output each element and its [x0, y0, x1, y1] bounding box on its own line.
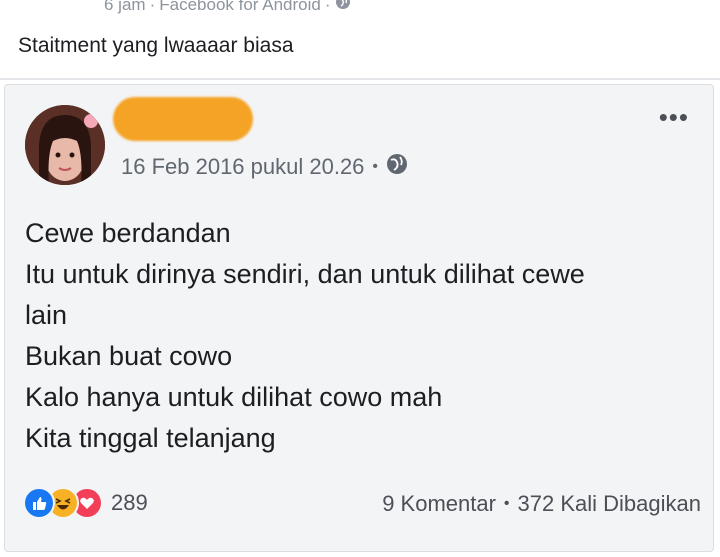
post-line: Cewe berdandan [25, 218, 231, 248]
reaction-count: 289 [111, 490, 148, 515]
stats-separator: • [503, 495, 510, 512]
post-line: lain [25, 300, 68, 330]
post-line: Kita tinggal telanjang [25, 423, 276, 453]
comments-link[interactable]: 9 Komentar [382, 491, 496, 517]
outer-post-caption: Staitment yang lwaaaar biasa [18, 34, 294, 57]
outer-post-time[interactable]: 6 jam [104, 0, 146, 15]
outer-post-meta: 6 jam · Facebook for Android · [104, 0, 351, 15]
divider [0, 78, 720, 80]
more-options-button[interactable]: ••• [659, 104, 689, 130]
meta-separator: • [372, 158, 379, 175]
post-line: Bukan buat cowo [25, 341, 233, 371]
like-icon [23, 487, 55, 519]
reactions-summary[interactable]: 289 [23, 487, 148, 519]
outer-post-source: Facebook for Android [159, 0, 321, 14]
author-name-redaction [113, 97, 253, 141]
globe-icon [335, 0, 351, 15]
avatar[interactable] [25, 105, 105, 185]
outer-meta-separator: · [149, 0, 156, 14]
globe-icon [386, 153, 408, 181]
post-date[interactable]: 16 Feb 2016 pukul 20.26 [121, 154, 364, 180]
outer-meta-separator-2: · [324, 0, 331, 14]
post-line: Itu untuk dirinya sendiri, dan untuk dil… [25, 259, 585, 289]
post-body: Cewe berdandan Itu untuk dirinya sendiri… [25, 213, 705, 459]
engagement-stats: 9 Komentar • 372 Kali Dibagikan [382, 491, 701, 517]
shared-post-meta: 16 Feb 2016 pukul 20.26 • [121, 153, 408, 181]
post-line: Kalo hanya untuk dilihat cowo mah [25, 382, 443, 412]
shared-post-card[interactable]: ••• 16 Feb 2016 pukul 20.26 • Cewe berda… [4, 84, 714, 552]
shares-link[interactable]: 372 Kali Dibagikan [518, 491, 701, 517]
